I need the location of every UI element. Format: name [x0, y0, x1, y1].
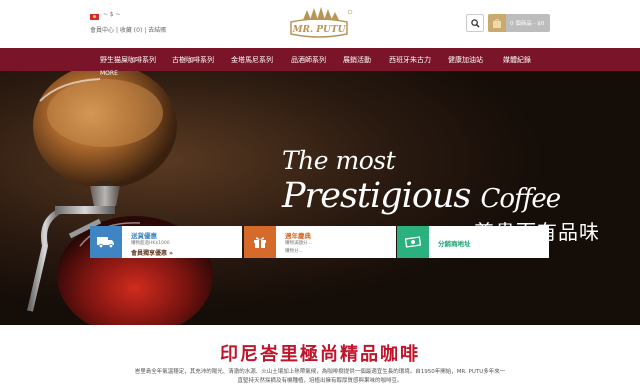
nav-item-wild-civet[interactable]: 野生猫屎咖啡系列 — [100, 55, 156, 65]
nav-item-health-station[interactable]: 健康加油站 — [448, 55, 483, 65]
cart-button[interactable]: 0 個商品 - $0 — [488, 14, 550, 32]
nav-item-ancient-tree[interactable]: 古樹咖啡系列 — [172, 55, 214, 65]
promo-title: 分銷商地址 — [438, 240, 471, 248]
hero-line-2-coffee: Coffee — [480, 184, 562, 214]
delivery-truck-icon — [90, 226, 122, 258]
nav-item-sommelier[interactable]: 品酒師系列 — [291, 55, 326, 65]
nav-item-media[interactable]: 媒體紀錄 — [503, 55, 531, 65]
promo-delivery[interactable]: 送貨優惠 購物超過HK$1000 會員獨享優惠 » — [90, 226, 242, 258]
shopping-bag-icon — [493, 18, 501, 28]
logo-text: MR. PUTU — [292, 25, 347, 35]
promo-title: 送貨優惠 — [131, 232, 157, 240]
hero-tagline: The most Prestigious Coffee — [282, 146, 562, 218]
nav-item-spanish-chocolate[interactable]: 西班牙朱古力 — [389, 55, 431, 65]
section-description-line-2: 直堅持天然採摘及有機種植，培植出擁有醇厚質感與果味的咖啡豆。 — [237, 378, 403, 384]
section-description-line-1: 峇里島全年氣溫穩定，其充沛的陽光、清澈的水源、火山土壤加上熱帶氣候，為咖啡樹提供… — [134, 369, 506, 375]
nav-more-link[interactable]: MORE — [100, 70, 118, 77]
intro-section: 印尼峇里極尚精品咖啡 峇里島全年氣溫穩定，其充沛的陽光、清澈的水源、火山土壤加上… — [0, 325, 640, 384]
search-icon — [470, 18, 480, 28]
checkout-link[interactable]: 去結賬 — [148, 27, 166, 34]
promo-subtitle: 購物超過HK$1000 — [131, 241, 170, 246]
cart-summary: 0 個商品 - $0 — [510, 21, 545, 27]
promo-link[interactable]: 會員獨享優惠 » — [131, 248, 173, 257]
nav-item-exhibitions[interactable]: 展銷活動 — [343, 55, 371, 65]
hero-line-1: The most — [282, 146, 396, 175]
account-links: 會員中心 | 收藏 (0) | 去結賬 — [90, 25, 166, 34]
hero-banner[interactable]: The most Prestigious Coffee 尊貴而有品味 — [0, 71, 640, 325]
gift-icon — [244, 226, 276, 258]
hero-line-2-main: Prestigious — [282, 176, 471, 216]
member-center-link[interactable]: 會員中心 — [90, 27, 114, 34]
promo-subtitle: 購物滿額分... — [285, 241, 312, 246]
mr-putu-logo[interactable]: MR. PUTU — [283, 6, 355, 42]
nav-item-kintamani[interactable]: 金塔馬尼系列 — [231, 55, 273, 65]
search-button[interactable] — [466, 14, 484, 32]
separator: | — [115, 27, 118, 34]
separator: | — [144, 27, 147, 34]
main-nav: 野生猫屎咖啡系列 古樹咖啡系列 金塔馬尼系列 品酒師系列 展銷活動 西班牙朱古力… — [0, 48, 640, 71]
promo-anniversary[interactable]: 週年慶典 購物滿額分... 購物分... — [244, 226, 396, 258]
promo-subtitle-2: 購物分... — [285, 249, 303, 254]
money-icon — [397, 226, 429, 258]
hero-line-2: Prestigious Coffee — [282, 176, 562, 218]
section-heading: 印尼峇里極尚精品咖啡 — [220, 344, 420, 365]
promo-title: 週年慶典 — [285, 232, 311, 240]
promo-distributors[interactable]: 分銷商地址 — [397, 226, 549, 258]
hong-kong-flag-icon[interactable] — [90, 14, 99, 20]
top-bar: ~ $ ~ 會員中心 | 收藏 (0) | 去結賬 MR. PUTU 0 個商品… — [0, 0, 640, 48]
currency-selector[interactable]: ~ $ ~ — [103, 11, 121, 18]
cart-icon-box — [488, 14, 506, 32]
favorites-link[interactable]: 收藏 (0) — [120, 27, 142, 34]
